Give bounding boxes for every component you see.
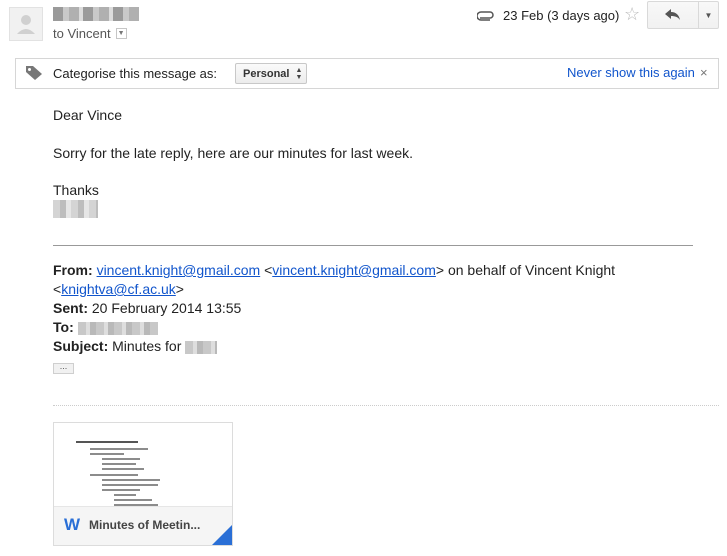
attachment-card[interactable]: W Minutes of Meetin... <box>53 422 233 546</box>
reply-icon <box>665 9 680 20</box>
sent-label: Sent: <box>53 300 88 316</box>
recipient-details-dropdown[interactable]: ▼ <box>115 28 127 39</box>
sent-line: Sent: 20 February 2014 13:55 <box>53 300 241 316</box>
more-actions-button[interactable]: ▼ <box>699 2 718 28</box>
attachment-name: Minutes of Meetin... <box>89 518 201 532</box>
recipient-line: to Vincent ▼ <box>53 26 127 41</box>
subject-value: Minutes for <box>112 338 182 354</box>
close-icon[interactable]: × <box>700 65 708 80</box>
reply-button-group: ▼ <box>647 1 719 29</box>
document-thumbnail <box>64 431 224 509</box>
from-line: From: vincent.knight@gmail.com <vincent.… <box>53 262 616 278</box>
subject-redacted <box>185 340 218 354</box>
select-arrows-icon: ▲ ▼ <box>295 66 303 81</box>
sender-name-redacted <box>53 7 139 21</box>
from-email-link[interactable]: vincent.knight@gmail.com <box>97 262 261 278</box>
on-behalf-text: on behalf of Vincent Knight <box>447 262 616 278</box>
sender-avatar <box>9 7 43 41</box>
reply-button[interactable] <box>648 2 699 28</box>
from-label: From: <box>53 262 93 278</box>
chevron-down-icon: ▼ <box>704 10 713 20</box>
alt-email-line: <knightva@cf.ac.uk> <box>53 281 184 297</box>
to-line: To: <box>53 319 158 335</box>
corner-fold <box>212 525 232 545</box>
word-doc-icon: W <box>64 515 81 534</box>
star-icon[interactable]: ☆ <box>624 4 640 25</box>
body-line: Sorry for the late reply, here are our m… <box>53 145 414 161</box>
sent-value: 20 February 2014 13:55 <box>91 300 242 316</box>
tag-icon <box>26 66 42 80</box>
category-selected-value: Personal <box>243 67 290 80</box>
divider <box>53 245 693 246</box>
avatar-placeholder-icon <box>17 15 35 34</box>
to-label: To: <box>53 319 74 335</box>
to-recipient-redacted <box>77 321 158 335</box>
categorise-label: Categorise this message as: <box>53 66 218 81</box>
show-trimmed-content-button[interactable]: ... <box>53 362 74 374</box>
category-select[interactable]: Personal ▲ ▼ <box>235 63 307 84</box>
greeting-text: Dear Vince <box>53 107 123 123</box>
subject-label: Subject: <box>53 338 109 354</box>
message-date: 23 Feb (3 days ago) <box>503 8 620 23</box>
never-show-again-link[interactable]: Never show this again <box>567 65 695 80</box>
closing-text: Thanks <box>53 182 99 198</box>
paperclip-icon <box>477 11 494 21</box>
alt-email-link[interactable]: knightva@cf.ac.uk <box>61 281 176 297</box>
attachment-footer: W Minutes of Meetin... <box>54 506 232 545</box>
attachment-divider <box>53 405 719 406</box>
signature-redacted <box>53 200 98 218</box>
from-email-link-bracket[interactable]: vincent.knight@gmail.com <box>272 262 436 278</box>
recipient-label: to Vincent <box>53 26 111 41</box>
subject-line: Subject: Minutes for <box>53 338 218 354</box>
